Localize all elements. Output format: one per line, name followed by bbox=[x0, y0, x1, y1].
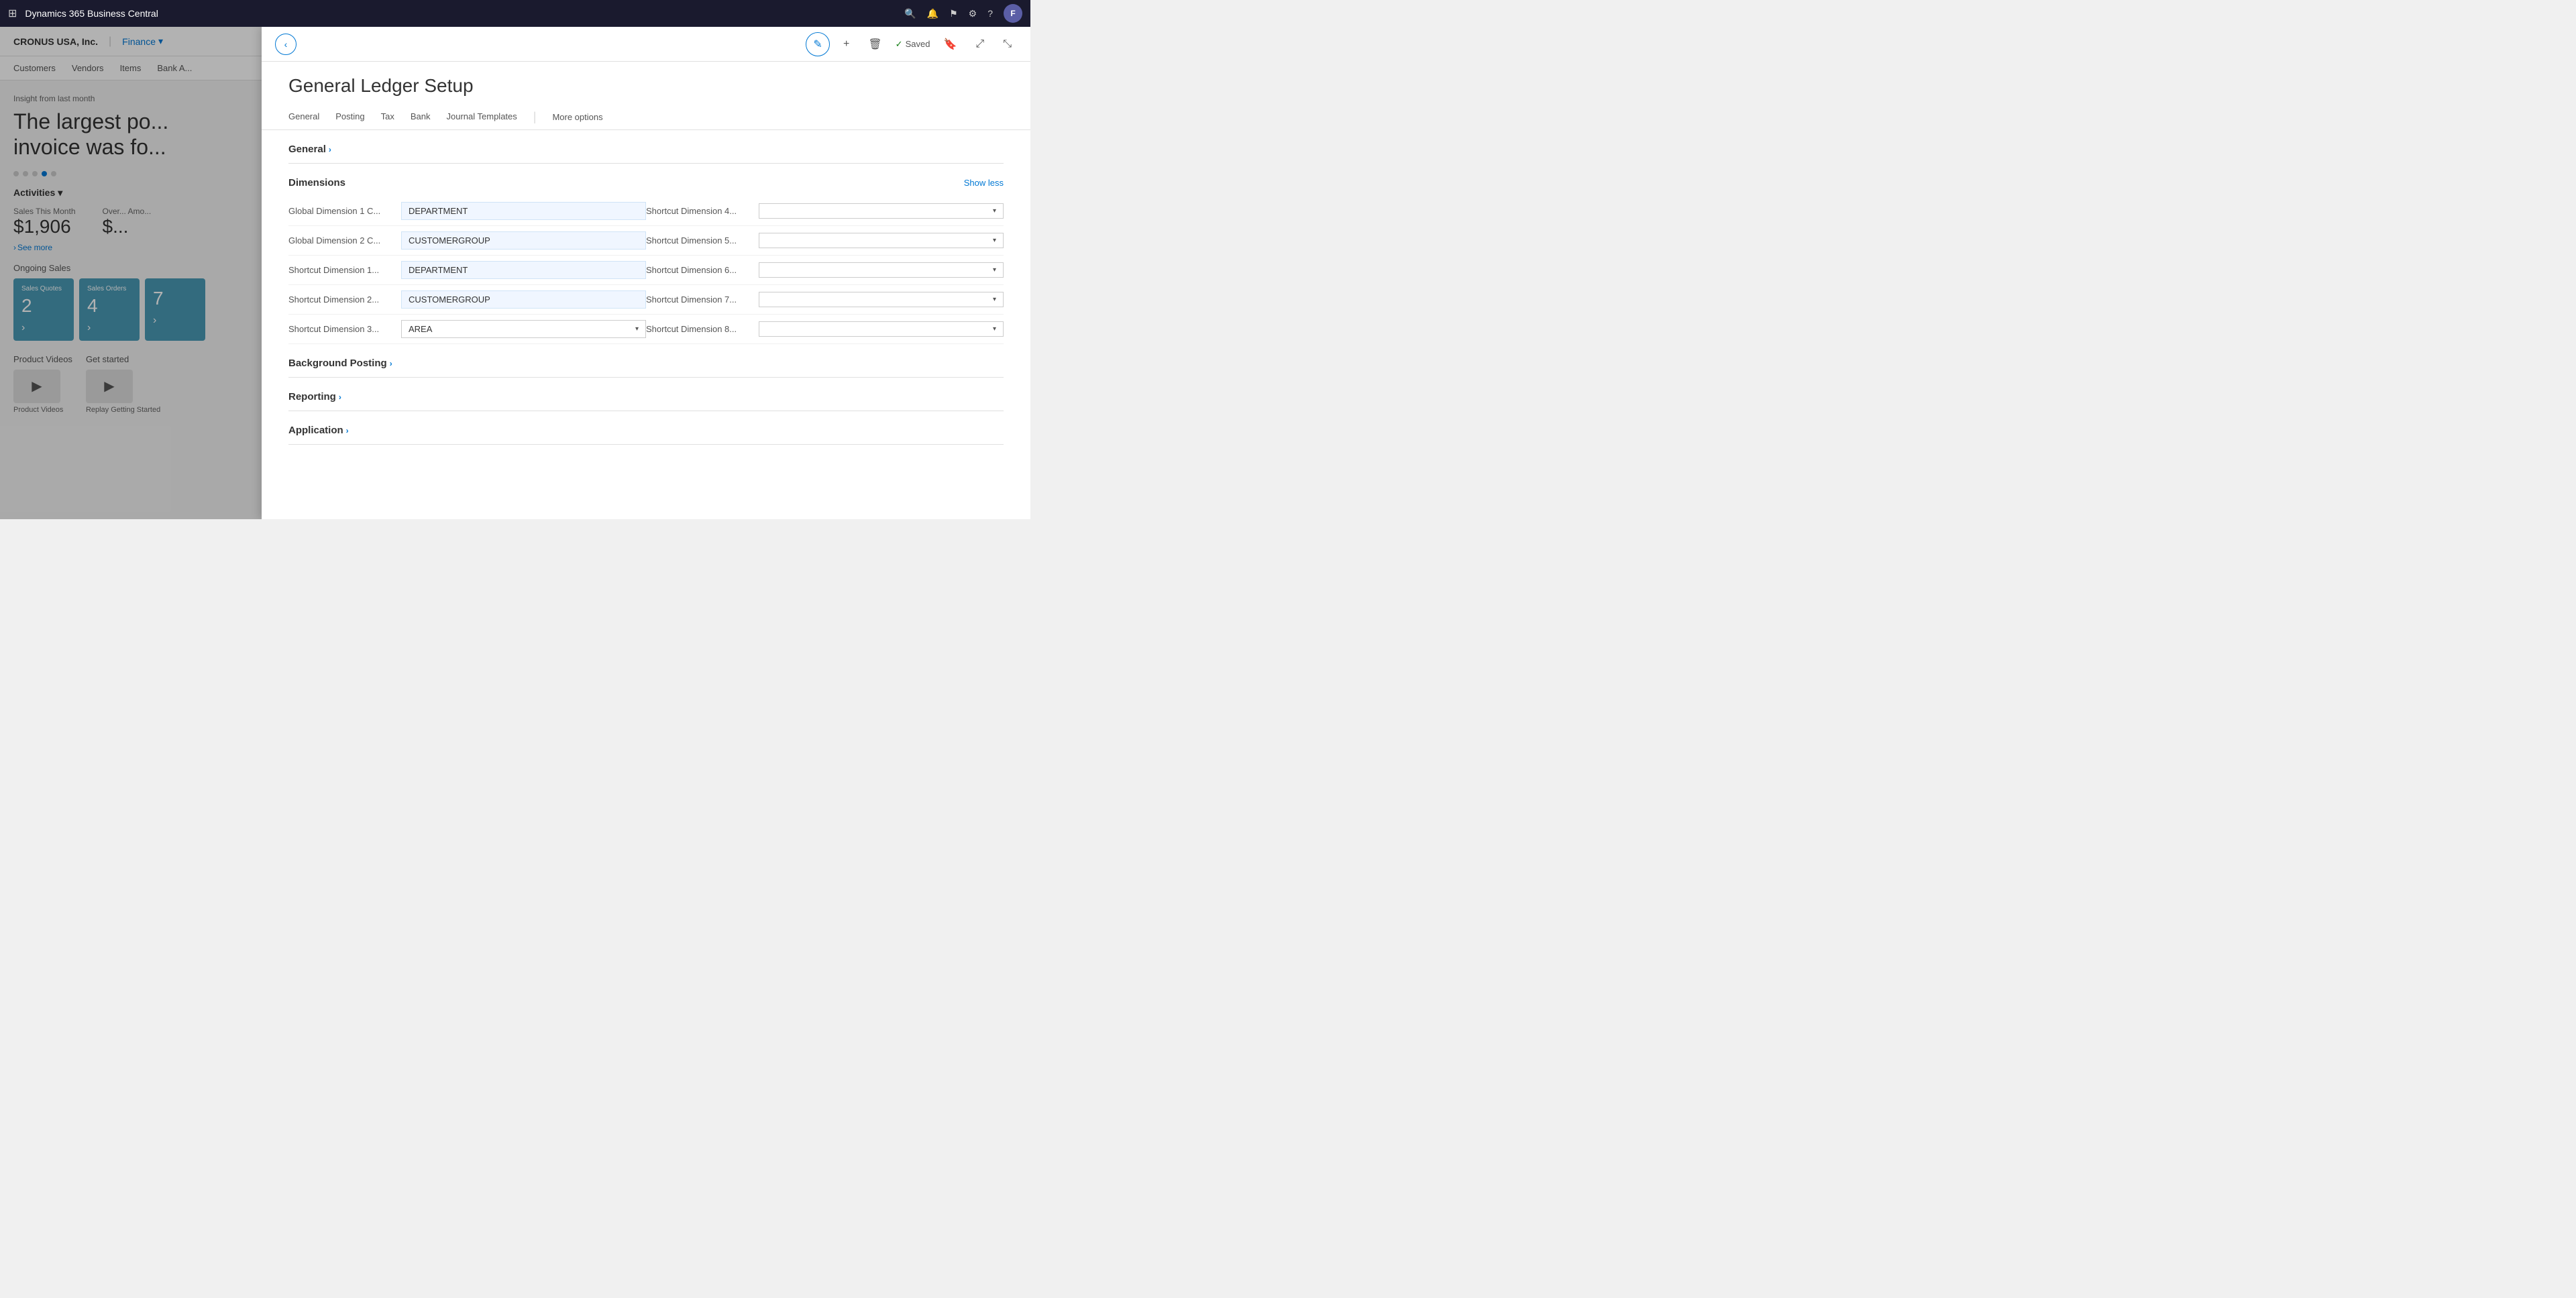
modal-body: General › Dimensions Show less Global Di… bbox=[262, 130, 1030, 519]
modal-toolbar: ‹ ✎ + 🗑 ✓ Saved 🔖 ⤢ ⤡ bbox=[262, 27, 1030, 62]
tab-tax[interactable]: Tax bbox=[381, 105, 394, 129]
main-content: CRONUS USA, Inc. | Finance ▾ Customers V… bbox=[0, 27, 1030, 519]
modal-title: General Ledger Setup bbox=[288, 75, 1004, 97]
dim-row-shortcut3: Shortcut Dimension 3... AREA ▾ bbox=[288, 315, 646, 344]
modal-header: General Ledger Setup bbox=[262, 62, 1030, 105]
dim-row-shortcut5: Shortcut Dimension 5... ▾ bbox=[646, 226, 1004, 256]
top-bar-icons: 🔍 🔔 ⚑ ⚙ ? F bbox=[904, 4, 1022, 23]
dimensions-grid: Global Dimension 1 C... DEPARTMENT Short… bbox=[288, 197, 1004, 344]
dimensions-section: Dimensions Show less Global Dimension 1 … bbox=[288, 164, 1004, 344]
flag-icon[interactable]: ⚑ bbox=[949, 8, 958, 19]
dim-dropdown-shortcut8[interactable]: ▾ bbox=[759, 321, 1004, 337]
help-icon[interactable]: ? bbox=[987, 8, 993, 19]
grid-icon[interactable]: ⊞ bbox=[8, 7, 17, 20]
expand-button[interactable]: ⤡ bbox=[998, 36, 1017, 53]
background-posting-section[interactable]: Background Posting › bbox=[288, 344, 1004, 378]
top-nav-bar: ⊞ Dynamics 365 Business Central 🔍 🔔 ⚑ ⚙ … bbox=[0, 0, 1030, 27]
dim-row-shortcut8: Shortcut Dimension 8... ▾ bbox=[646, 315, 1004, 344]
dim-dropdown-shortcut5[interactable]: ▾ bbox=[759, 233, 1004, 248]
add-button[interactable]: + bbox=[838, 36, 855, 53]
dim-label-shortcut2: Shortcut Dimension 2... bbox=[288, 294, 396, 305]
check-icon: ✓ bbox=[896, 39, 903, 50]
modal-tabs: General Posting Tax Bank Journal Templat… bbox=[262, 105, 1030, 130]
delete-button[interactable]: 🗑 bbox=[863, 35, 887, 54]
dim-dropdown-shortcut4[interactable]: ▾ bbox=[759, 203, 1004, 219]
application-section[interactable]: Application › bbox=[288, 411, 1004, 445]
dim-label-shortcut3: Shortcut Dimension 3... bbox=[288, 324, 396, 334]
dim-row-global2: Global Dimension 2 C... CUSTOMERGROUP bbox=[288, 226, 646, 256]
chevron-right-icon: › bbox=[346, 426, 349, 435]
dim-label-shortcut5: Shortcut Dimension 5... bbox=[646, 235, 753, 246]
dim-row-shortcut6: Shortcut Dimension 6... ▾ bbox=[646, 256, 1004, 285]
dim-label-shortcut6: Shortcut Dimension 6... bbox=[646, 265, 753, 275]
search-icon[interactable]: 🔍 bbox=[904, 8, 916, 19]
bell-icon[interactable]: 🔔 bbox=[927, 8, 938, 19]
dim-label-shortcut1: Shortcut Dimension 1... bbox=[288, 265, 396, 275]
chevron-right-icon: › bbox=[329, 145, 331, 154]
edit-button[interactable]: ✎ bbox=[806, 32, 830, 56]
general-section-header[interactable]: General › bbox=[288, 130, 1004, 164]
tab-bank[interactable]: Bank bbox=[411, 105, 431, 129]
dim-label-shortcut8: Shortcut Dimension 8... bbox=[646, 324, 753, 334]
dim-dropdown-shortcut3[interactable]: AREA ▾ bbox=[401, 320, 646, 338]
reporting-section[interactable]: Reporting › bbox=[288, 378, 1004, 411]
dim-label-shortcut7: Shortcut Dimension 7... bbox=[646, 294, 753, 305]
dim-label-global2: Global Dimension 2 C... bbox=[288, 235, 396, 246]
more-options[interactable]: More options bbox=[552, 105, 602, 129]
avatar[interactable]: F bbox=[1004, 4, 1022, 23]
dim-dropdown-shortcut6[interactable]: ▾ bbox=[759, 262, 1004, 278]
tab-journal-templates[interactable]: Journal Templates bbox=[447, 105, 517, 129]
dim-row-shortcut2: Shortcut Dimension 2... CUSTOMERGROUP bbox=[288, 285, 646, 315]
chevron-down-icon: ▾ bbox=[993, 266, 996, 274]
open-new-button[interactable]: ⤢ bbox=[970, 36, 989, 53]
dimensions-title: Dimensions bbox=[288, 177, 345, 188]
saved-status: ✓ Saved bbox=[896, 39, 930, 50]
dim-row-shortcut4: Shortcut Dimension 4... ▾ bbox=[646, 197, 1004, 226]
back-button[interactable]: ‹ bbox=[275, 34, 297, 55]
dimensions-header: Dimensions Show less bbox=[288, 164, 1004, 197]
chevron-down-icon: ▾ bbox=[993, 207, 996, 215]
dim-row-shortcut1: Shortcut Dimension 1... DEPARTMENT bbox=[288, 256, 646, 285]
tab-general[interactable]: General bbox=[288, 105, 319, 129]
dim-value-shortcut1[interactable]: DEPARTMENT bbox=[401, 261, 646, 279]
show-less-btn[interactable]: Show less bbox=[964, 178, 1004, 188]
gear-icon[interactable]: ⚙ bbox=[969, 8, 977, 19]
dim-label-shortcut4: Shortcut Dimension 4... bbox=[646, 206, 753, 216]
modal-panel: ‹ ✎ + 🗑 ✓ Saved 🔖 ⤢ ⤡ General Ledger Set… bbox=[262, 27, 1030, 519]
dim-label-global1: Global Dimension 1 C... bbox=[288, 206, 396, 216]
chevron-right-icon: › bbox=[390, 359, 392, 368]
chevron-right-icon: › bbox=[339, 392, 341, 402]
bookmark-button[interactable]: 🔖 bbox=[938, 35, 962, 54]
app-title: Dynamics 365 Business Central bbox=[25, 8, 896, 19]
tab-posting[interactable]: Posting bbox=[335, 105, 364, 129]
tab-divider: | bbox=[533, 110, 537, 124]
chevron-down-icon: ▾ bbox=[993, 325, 996, 333]
chevron-down-icon: ▾ bbox=[993, 296, 996, 303]
dim-dropdown-shortcut7[interactable]: ▾ bbox=[759, 292, 1004, 307]
dim-row-shortcut7: Shortcut Dimension 7... ▾ bbox=[646, 285, 1004, 315]
dim-value-global2[interactable]: CUSTOMERGROUP bbox=[401, 231, 646, 250]
dim-value-shortcut2[interactable]: CUSTOMERGROUP bbox=[401, 290, 646, 309]
dim-value-global1[interactable]: DEPARTMENT bbox=[401, 202, 646, 220]
dim-row-global1: Global Dimension 1 C... DEPARTMENT bbox=[288, 197, 646, 226]
chevron-down-icon: ▾ bbox=[635, 325, 639, 333]
chevron-down-icon: ▾ bbox=[993, 237, 996, 244]
